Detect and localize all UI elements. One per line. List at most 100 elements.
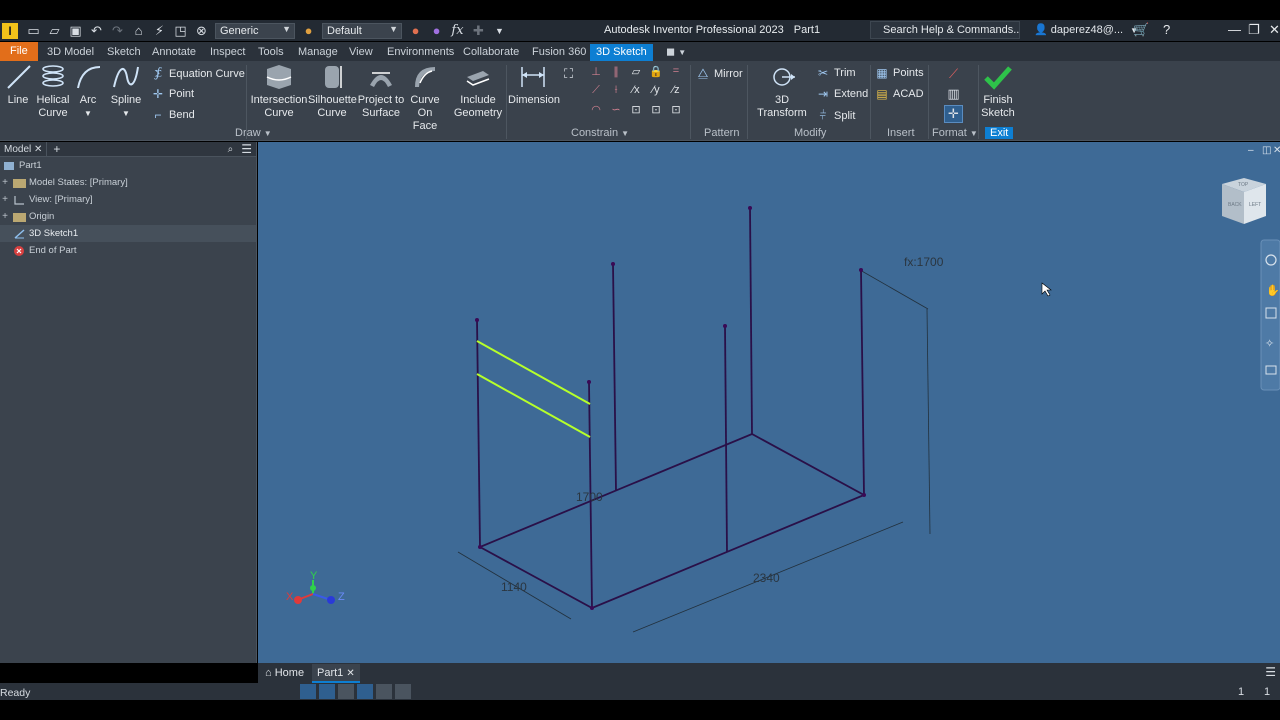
expand-icon[interactable]: + — [0, 177, 10, 188]
tree-item-part1[interactable]: Part1 — [0, 157, 256, 174]
display-icon[interactable] — [338, 684, 354, 699]
draw-group-label[interactable]: Draw ▼ — [235, 127, 272, 139]
viewport-close-icon[interactable]: ✕ — [1273, 145, 1280, 156]
tab-environments[interactable]: Environments — [381, 44, 460, 61]
sketch-grid-icon[interactable]: ✛ — [944, 105, 963, 123]
menu-icon[interactable]: ☰ — [241, 142, 256, 156]
parallel-y-icon[interactable]: ⁄y — [649, 83, 663, 97]
parameters-icon[interactable]: fx — [450, 23, 465, 38]
select-icon[interactable]: ◳ — [173, 23, 188, 38]
tree-item-view[interactable]: + View: [Primary] — [0, 191, 256, 208]
show-constraints-icon[interactable]: ⛶ — [561, 66, 576, 81]
help-search-input[interactable]: Search Help & Commands... — [870, 21, 1020, 39]
pan-hand-icon[interactable]: ✋ — [1266, 284, 1280, 297]
collinear-icon[interactable]: ⟋ — [589, 83, 603, 97]
update-icon[interactable]: ⚡ — [152, 23, 167, 38]
highlighted-lines[interactable] — [476, 340, 591, 438]
constrain-group-label[interactable]: Constrain ▼ — [571, 127, 629, 139]
height-dimension[interactable]: 1700 — [576, 490, 603, 504]
tree-item-3d-sketch1[interactable]: 3D Sketch1 — [0, 225, 256, 242]
measure-icon[interactable] — [395, 684, 411, 699]
snap-icon[interactable] — [300, 684, 316, 699]
clear-appearance-icon[interactable]: ⊗ — [194, 23, 209, 38]
parallel-x-icon[interactable]: ⁄x — [629, 83, 643, 97]
tab-sketch[interactable]: Sketch — [101, 44, 147, 61]
help-icon[interactable]: ? — [1163, 22, 1170, 37]
extend-button[interactable]: ⇥ Extend — [817, 87, 868, 101]
tree-item-end-of-part[interactable]: End of Part — [0, 242, 256, 259]
smooth-icon[interactable]: ∽ — [609, 102, 623, 116]
silhouette-curve-button[interactable]: Silhouette Curve — [308, 63, 357, 120]
finish-sketch-button[interactable]: Finish Sketch — [980, 63, 1016, 120]
split-button[interactable]: ⫩ Split — [817, 108, 856, 123]
color-wheel-icon[interactable]: ● — [301, 23, 316, 38]
points-button[interactable]: ▦ Points — [876, 66, 923, 80]
dimension-display-icon[interactable]: ▥ — [946, 86, 961, 101]
parallel-z-icon[interactable]: ⁄z — [669, 83, 683, 97]
acad-button[interactable]: ▤ ACAD — [876, 87, 923, 101]
navigation-bar[interactable]: ✋ ✧ — [1260, 239, 1280, 391]
tab-3d-model[interactable]: 3D Model — [41, 44, 100, 61]
tangent-icon[interactable]: ◠ — [589, 102, 603, 116]
curve-on-face-button[interactable]: Curve On Face — [404, 63, 446, 133]
tab-tools[interactable]: Tools — [252, 44, 290, 61]
sketch-canvas[interactable]: fx:1700 1700 1140 2340 Y X Z BACK LEFT T… — [258, 142, 1280, 663]
tab-3d-sketch[interactable]: 3D Sketch — [590, 44, 653, 61]
length-dimension[interactable]: 2340 — [753, 571, 780, 585]
dimension-button[interactable]: Dimension — [508, 63, 560, 107]
tab-extra-options[interactable]: ◼ ▼ — [660, 44, 692, 61]
trim-button[interactable]: ✂ Trim — [817, 66, 856, 80]
arc-button[interactable]: Arc ▼ — [74, 63, 102, 120]
minimize-icon[interactable]: — — [1228, 22, 1241, 37]
add-browser-tab-icon[interactable]: + — [47, 142, 66, 156]
mirror-button[interactable]: ⧋ Mirror — [697, 66, 743, 81]
expand-icon[interactable]: + — [0, 211, 10, 222]
tab-fusion-360[interactable]: Fusion 360 — [526, 44, 592, 61]
close-icon[interactable]: ✕ — [346, 668, 354, 679]
tab-file[interactable]: File — [0, 42, 38, 61]
expand-icon[interactable]: + — [0, 194, 10, 205]
open-folder-icon[interactable]: ▱ — [47, 23, 62, 38]
tree-item-model-states[interactable]: + Model States: [Primary] — [0, 174, 256, 191]
material-select[interactable]: Default ▼ — [322, 22, 402, 39]
project-to-surface-button[interactable]: Project to Surface — [357, 63, 405, 120]
tab-view[interactable]: View — [343, 44, 379, 61]
orbit-icon[interactable]: ✧ — [1265, 338, 1274, 350]
close-icon[interactable]: ✕ — [1269, 22, 1280, 38]
coincident-icon[interactable]: ⟊ — [609, 83, 623, 97]
graphics-viewport[interactable]: fx:1700 1700 1140 2340 Y X Z BACK LEFT T… — [258, 142, 1280, 663]
browser-tab-model[interactable]: Model ✕ — [0, 141, 48, 157]
home-icon[interactable]: ⌂ — [131, 23, 146, 38]
include-geometry-button[interactable]: Include Geometry — [452, 63, 504, 120]
grid-icon[interactable] — [319, 684, 335, 699]
tree-item-origin[interactable]: + Origin — [0, 208, 256, 225]
bend-button[interactable]: ⌐ Bend — [152, 108, 194, 122]
viewport-restore-icon[interactable]: ◫ — [1262, 145, 1271, 156]
format-group-label[interactable]: Format ▼ — [932, 127, 978, 139]
yz-plane-icon[interactable]: ⊡ — [649, 102, 663, 116]
undo-icon[interactable]: ↶ — [89, 23, 104, 38]
tab-annotate[interactable]: Annotate — [146, 44, 202, 61]
save-icon[interactable]: ▣ — [68, 23, 83, 38]
viewcube[interactable]: BACK LEFT TOP — [1222, 178, 1266, 224]
restore-icon[interactable]: ❐ — [1248, 22, 1260, 38]
cart-icon[interactable]: 🛒 — [1133, 22, 1149, 38]
intersection-curve-button[interactable]: Intersection Curve — [250, 63, 308, 120]
user-account[interactable]: 👤 daperez48@... ▼ — [1034, 23, 1138, 36]
line-button[interactable]: Line — [4, 63, 32, 107]
xz-plane-icon[interactable]: ⊡ — [669, 102, 683, 116]
xy-plane-icon[interactable]: ⊡ — [629, 102, 643, 116]
app-logo[interactable]: I — [2, 22, 18, 39]
helical-curve-button[interactable]: Helical Curve — [35, 63, 71, 120]
constraint-display-icon[interactable] — [357, 684, 373, 699]
on-face-icon[interactable]: ▱ — [629, 64, 643, 78]
redo-icon[interactable]: ↷ — [110, 23, 125, 38]
tab-inspect[interactable]: Inspect — [204, 44, 251, 61]
equal-icon[interactable]: = — [669, 64, 683, 78]
construction-icon[interactable]: ⟋ — [946, 66, 961, 81]
point-button[interactable]: ✛ Point — [152, 87, 194, 101]
viewport-minimize-icon[interactable]: – — [1248, 145, 1254, 156]
perpendicular-icon[interactable]: ⊥ — [589, 64, 603, 78]
close-icon[interactable]: ✕ — [34, 144, 42, 155]
3d-transform-button[interactable]: 3D Transform — [750, 63, 814, 120]
